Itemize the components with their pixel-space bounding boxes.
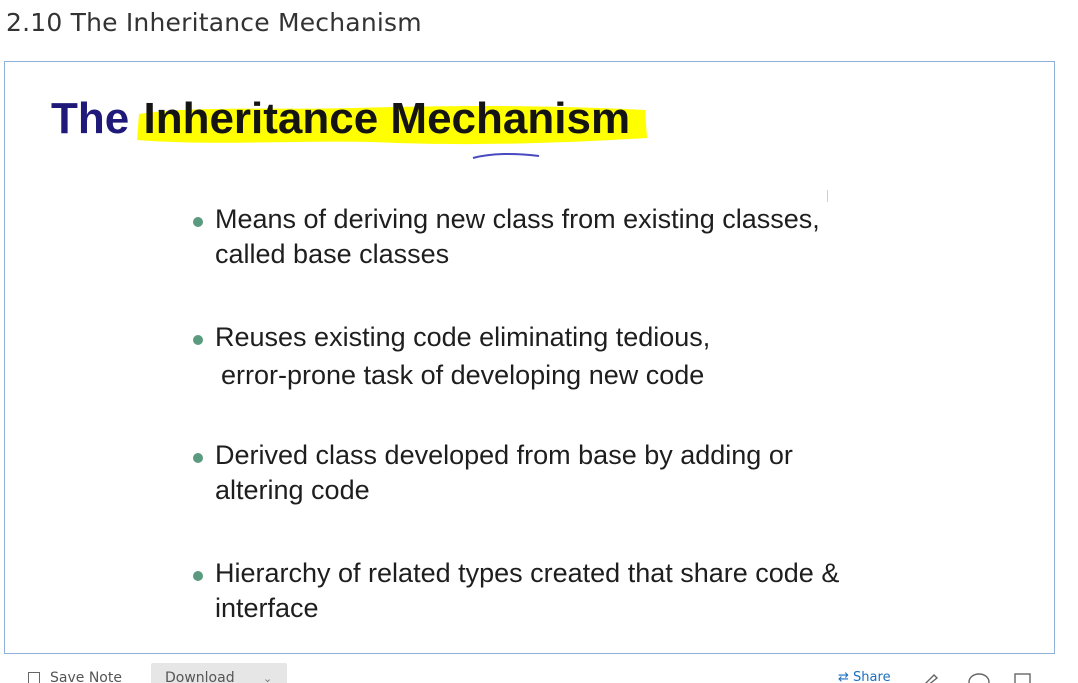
- download-label: Download: [165, 670, 235, 683]
- bullet-line: interface: [215, 593, 319, 623]
- highlighted-title: Inheritance Mechanism: [137, 94, 648, 145]
- bullet-item: Derived class developed from base by add…: [191, 438, 915, 508]
- bullet-dot: [193, 335, 203, 345]
- save-note-label: Save Note: [50, 670, 122, 683]
- save-note-button[interactable]: Save Note: [28, 670, 122, 683]
- bullet-line: Reuses existing code eliminating tedious…: [215, 322, 711, 352]
- share-icon: ⇄: [838, 670, 849, 683]
- bullet-list: Means of deriving new class from existin…: [191, 202, 915, 626]
- bullet-line: Derived class developed from base by add…: [215, 440, 793, 470]
- download-button[interactable]: Download ⌄: [151, 663, 287, 683]
- note-icon: [28, 671, 40, 683]
- bottom-toolbar: Save Note Download ⌄ ⇄ Share: [0, 662, 1078, 683]
- bullet-line: Means of deriving new class from existin…: [215, 204, 820, 234]
- bullet-line: Hierarchy of related types created that …: [215, 558, 840, 588]
- bullet-dot: [193, 453, 203, 463]
- pencil-icon[interactable]: [922, 672, 940, 683]
- bullet-line: called base classes: [215, 239, 450, 269]
- slide-title-text: The: [51, 94, 130, 143]
- bullet-item: Reuses existing code eliminating tedious…: [191, 320, 915, 396]
- bullet-dot: [193, 217, 203, 227]
- comment-icon[interactable]: [968, 672, 990, 683]
- bullet-dot: [193, 571, 203, 581]
- chevron-down-icon: ⌄: [263, 672, 273, 683]
- bullet-item: Hierarchy of related types created that …: [191, 556, 915, 626]
- page-title: 2.10 The Inheritance Mechanism: [6, 8, 422, 37]
- share-label: Share: [853, 670, 891, 683]
- pen-underline: [472, 152, 540, 159]
- bullet-item: Means of deriving new class from existin…: [191, 202, 915, 272]
- bullet-line: altering code: [215, 475, 370, 505]
- slide-title-highlight: Inheritance Mechanism: [143, 94, 631, 143]
- cursor-mark: [827, 190, 828, 202]
- square-icon[interactable]: [1014, 672, 1032, 683]
- share-button[interactable]: ⇄ Share: [838, 670, 891, 683]
- slide-title: The Inheritance Mechanism: [51, 94, 648, 159]
- bullet-line: error-prone task of developing new code: [221, 360, 705, 390]
- slide-frame: The Inheritance Mechanism Means of deriv…: [4, 61, 1055, 654]
